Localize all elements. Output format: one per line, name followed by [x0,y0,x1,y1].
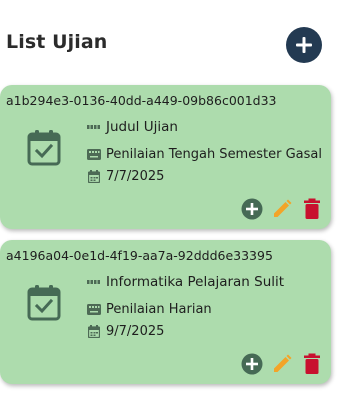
exam-date: 7/7/2025 [106,169,165,184]
calendar-check-icon [27,285,61,321]
keyboard-icon [87,148,101,162]
page-title: List Ujian [6,31,108,53]
exam-id: a1b294e3-0136-40dd-a449-09b86c001d33 [6,93,277,108]
trash-icon [303,198,320,219]
add-circle-icon [241,198,262,219]
card-actions [240,197,323,220]
calendar-check-icon [27,130,61,166]
add-circle-icon [241,353,262,374]
text-abc-icon [87,120,101,134]
exam-list-page: List Ujian a1b294e3-0136-40dd-a449-09b86… [0,0,342,412]
card-actions [240,352,323,375]
exam-card[interactable]: a1b294e3-0136-40dd-a449-09b86c001d33 Jud… [0,85,331,229]
exam-title-field: Informatika Pelajaran Sulit [87,274,284,290]
exam-date-field: 9/7/2025 [87,324,164,339]
edit-button[interactable] [270,352,293,375]
text-abc-icon [87,275,101,289]
pencil-icon [273,354,291,372]
app-header: List Ujian [6,27,322,65]
delete-button[interactable] [300,352,323,375]
add-question-button[interactable] [240,352,263,375]
exam-type-field: Penilaian Tengah Semester Gasal [87,147,322,162]
exam-card[interactable]: a4196a04-0e1d-4f19-aa7a-92ddd6e33395 Inf… [0,240,331,384]
exam-type: Penilaian Tengah Semester Gasal [106,147,322,162]
exam-type: Penilaian Harian [106,302,212,317]
delete-button[interactable] [300,197,323,220]
calendar-icon [87,170,101,184]
edit-button[interactable] [270,197,293,220]
exam-date-field: 7/7/2025 [87,169,164,184]
exam-id: a4196a04-0e1d-4f19-aa7a-92ddd6e33395 [6,248,273,263]
keyboard-icon [87,303,101,317]
add-exam-button[interactable] [286,27,322,63]
calendar-icon [87,325,101,339]
exam-title: Informatika Pelajaran Sulit [106,274,285,290]
add-icon [296,37,312,53]
pencil-icon [273,199,291,217]
exam-type-field: Penilaian Harian [87,302,212,317]
trash-icon [303,353,320,374]
exam-title-field: Judul Ujian [87,119,178,135]
exam-title: Judul Ujian [106,119,178,135]
add-question-button[interactable] [240,197,263,220]
exam-date: 9/7/2025 [106,324,165,339]
